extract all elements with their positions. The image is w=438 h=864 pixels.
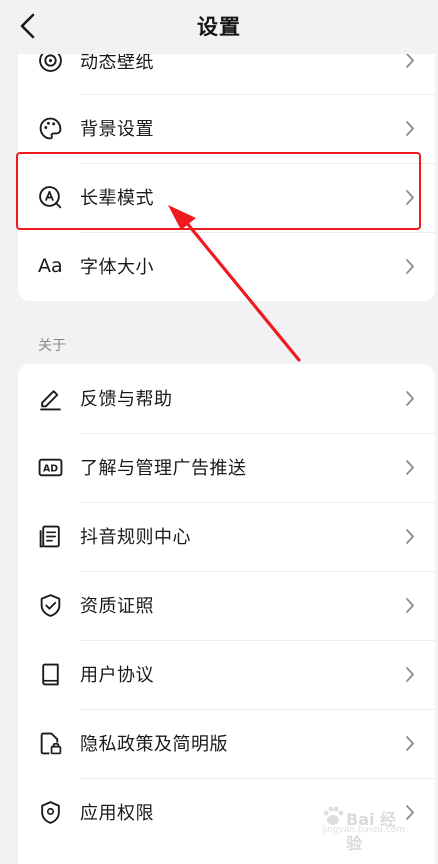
settings-item-elder-mode[interactable]: 长辈模式 — [18, 163, 435, 232]
settings-item-qualifications[interactable]: 资质证照 — [18, 571, 435, 640]
paw-icon — [323, 806, 344, 825]
settings-item-feedback[interactable]: 反馈与帮助 — [18, 364, 435, 433]
chevron-right-icon — [406, 121, 414, 136]
settings-item-rules-center[interactable]: 抖音规则中心 — [18, 502, 435, 571]
settings-item-label: 了解与管理广告推送 — [80, 458, 247, 479]
settings-item-label: 资质证照 — [80, 596, 154, 617]
document-icon — [39, 525, 60, 548]
settings-item-background[interactable]: 背景设置 — [18, 94, 435, 163]
settings-item-label: 背景设置 — [80, 119, 154, 140]
palette-icon — [39, 117, 62, 140]
chevron-right-icon — [406, 391, 414, 406]
chevron-right-icon — [406, 460, 414, 475]
display-settings-card: 动态壁纸 背景设置 长辈模式 Aa 字体大小 — [18, 24, 435, 301]
elder-mode-icon — [39, 186, 62, 209]
chevron-right-icon — [406, 598, 414, 613]
settings-item-label: 用户协议 — [80, 665, 154, 686]
shield-check-icon — [40, 594, 61, 617]
settings-item-ad-management[interactable]: AD 了解与管理广告推送 — [18, 433, 435, 502]
watermark-logo: Bai 经验 jingyan.baidu.com — [320, 806, 412, 853]
watermark-url: jingyan.baidu.com — [322, 825, 406, 835]
book-icon — [42, 663, 59, 686]
chevron-right-icon — [406, 53, 414, 68]
settings-item-label: 长辈模式 — [80, 188, 154, 209]
privacy-lock-icon — [40, 732, 62, 755]
settings-item-user-agreement[interactable]: 用户协议 — [18, 640, 435, 709]
svg-text:AD: AD — [43, 464, 58, 475]
settings-item-label: 隐私政策及简明版 — [80, 734, 228, 755]
settings-item-font-size[interactable]: Aa 字体大小 — [18, 232, 435, 301]
settings-item-label: 应用权限 — [80, 803, 154, 824]
chevron-right-icon — [406, 529, 414, 544]
settings-item-label: 反馈与帮助 — [80, 389, 173, 410]
pencil-icon — [40, 390, 61, 411]
section-label-about: 关于 — [38, 338, 66, 354]
settings-item-label: 抖音规则中心 — [80, 527, 191, 548]
chevron-right-icon — [406, 667, 414, 682]
chevron-right-icon — [406, 736, 414, 751]
settings-item-privacy-policy[interactable]: 隐私政策及简明版 — [18, 709, 435, 778]
page-title: 设置 — [197, 15, 241, 39]
chevron-right-icon — [406, 190, 414, 205]
top-bar: 设置 — [0, 0, 438, 54]
chevron-right-icon — [406, 259, 414, 274]
location-shield-icon — [41, 801, 60, 824]
about-card: 反馈与帮助 AD 了解与管理广告推送 抖音规则中心 资质证照 用户协议 隐私政策… — [18, 364, 435, 864]
ad-icon: AD — [38, 458, 63, 477]
settings-item-label: 字体大小 — [80, 257, 154, 278]
font-size-icon: Aa — [38, 255, 63, 277]
